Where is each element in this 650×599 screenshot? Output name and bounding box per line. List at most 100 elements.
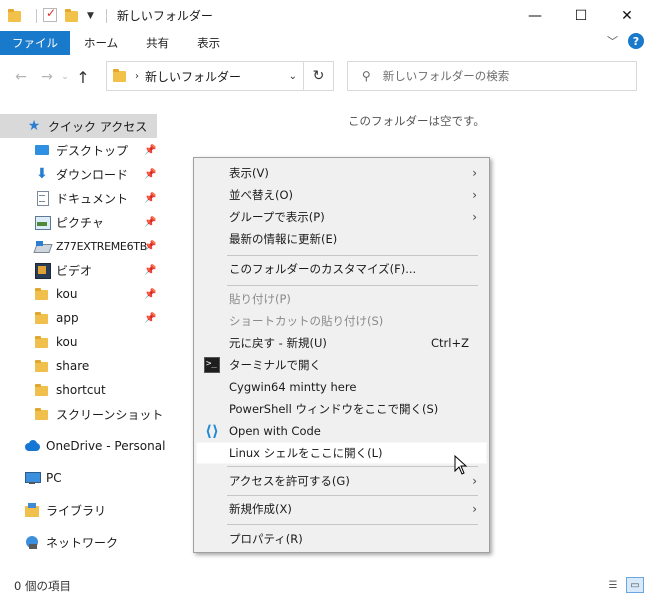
sidebar-item-label: app [56,311,79,325]
menu-item-customize-folder[interactable]: このフォルダーのカスタマイズ(F)... [196,258,487,280]
large-icons-view-icon[interactable]: ▭ [626,577,644,593]
videos-icon [34,262,51,279]
pin-icon: 📌 [144,192,157,204]
address-dropdown-chevron-icon[interactable]: ⌄ [289,71,297,82]
menu-item-shortcut: Ctrl+Z [431,336,469,350]
sidebar-item-downloads[interactable]: ⬇ ダウンロード 📌 [34,162,160,186]
menu-item-group-by[interactable]: グループで表示(P) › [196,206,487,228]
tab-home[interactable]: ホーム [70,31,132,55]
sidebar-item-quick-access[interactable]: ★ クイック アクセス [0,114,157,138]
menu-item-give-access[interactable]: アクセスを許可する(G) › [196,470,487,492]
navigation-bar: ← → ⌄ ↑ › 新しいフォルダー ⌄ ↻ ⚲ 新しいフォルダーの検索 [0,55,650,99]
menu-item-label: 最新の情報に更新(E) [229,232,338,246]
menu-item-label: ショートカットの貼り付け(S) [229,314,384,328]
menu-item-cygwin-mintty[interactable]: Cygwin64 mintty here [196,376,487,398]
sidebar-item-network[interactable]: ネットワーク [24,530,160,554]
pictures-icon [34,214,51,230]
menu-item-powershell-here[interactable]: PowerShell ウィンドウをここで開く(S) [196,398,487,420]
pin-icon: 📌 [144,168,157,180]
mouse-pointer-icon [454,455,468,475]
menu-item-view[interactable]: 表示(V) › [196,162,487,184]
sidebar-item-kou[interactable]: kou 📌 [34,282,160,306]
sidebar-item-desktop[interactable]: デスクトップ 📌 [34,138,160,162]
sidebar-item-label: PC [46,471,62,485]
pin-icon: 📌 [144,144,157,156]
menu-item-new[interactable]: 新規作成(X) › [196,498,487,520]
menu-item-undo-new[interactable]: 元に戻す - 新規(U) Ctrl+Z [196,332,487,354]
menu-divider [227,495,478,496]
menu-item-refresh[interactable]: 最新の情報に更新(E) [196,228,487,250]
search-icon: ⚲ [362,69,371,83]
network-icon [24,534,40,550]
pin-icon: 📌 [144,240,157,252]
maximize-button[interactable]: ☐ [558,0,604,31]
sidebar-item-kou-2[interactable]: kou [34,330,160,354]
sidebar-item-app[interactable]: app 📌 [34,306,160,330]
folder-icon [34,310,50,326]
menu-item-paste: 貼り付け(P) [196,288,487,310]
menu-item-label: アクセスを許可する(G) [229,474,350,488]
menu-item-label: Open with Code [229,424,321,438]
search-placeholder: 新しいフォルダーの検索 [382,69,510,83]
menu-divider [227,255,478,256]
refresh-button[interactable]: ↻ [304,61,334,91]
properties-icon[interactable] [43,6,59,24]
menu-item-label: 表示(V) [229,166,269,180]
menu-divider [227,524,478,525]
sidebar-item-label: Z77EXTREME6TB [56,239,147,253]
menu-item-linux-shell-here[interactable]: Linux シェルをここに開く(L) [196,442,487,464]
pin-icon: 📌 [144,216,157,228]
address-bar[interactable]: › 新しいフォルダー ⌄ [106,61,304,91]
recent-locations-chevron-icon[interactable]: ⌄ [58,72,72,82]
search-input[interactable]: ⚲ 新しいフォルダーの検索 [347,61,637,91]
folder-icon [34,334,50,350]
divider [105,8,107,23]
sidebar-item-onedrive[interactable]: OneDrive - Personal [24,434,165,458]
close-button[interactable]: ✕ [604,0,650,31]
menu-item-label: Cygwin64 mintty here [229,380,357,394]
minimize-button[interactable]: — [512,0,558,31]
sidebar-item-pictures[interactable]: ピクチャ 📌 [34,210,160,234]
sidebar-item-library[interactable]: ライブラリ [24,498,160,522]
menu-item-label: グループで表示(P) [229,210,325,224]
help-icon[interactable]: ? [628,33,644,49]
sidebar-item-screenshots[interactable]: スクリーンショット [34,402,163,426]
customize-toolbar-chevron-icon[interactable]: ▼ [87,11,94,21]
menu-item-label: 新規作成(X) [229,502,292,516]
sidebar-item-pc[interactable]: PC [24,466,160,490]
menu-item-label: 貼り付け(P) [229,292,291,306]
documents-icon [34,190,50,206]
sidebar-item-share[interactable]: share [34,354,160,378]
menu-item-open-with-code[interactable]: ⟨⟩ Open with Code [196,420,487,442]
sidebar-item-label: shortcut [56,383,106,397]
empty-folder-message: このフォルダーは空です。 [348,114,485,128]
menu-item-paste-shortcut: ショートカットの貼り付け(S) [196,310,487,332]
cloud-icon [24,438,40,454]
up-arrow-icon[interactable]: ↑ [72,68,94,87]
submenu-chevron-icon: › [472,188,477,202]
menu-item-sort-by[interactable]: 並べ替え(O) › [196,184,487,206]
sidebar-item-label: ビデオ [56,263,93,278]
menu-divider [227,285,478,286]
new-folder-icon[interactable] [65,8,81,24]
quick-access-toolbar: ▼ 新しいフォルダー [0,0,213,31]
sidebar-item-documents[interactable]: ドキュメント 📌 [34,186,160,210]
divider [36,8,37,23]
expand-ribbon-chevron-icon[interactable]: ﹀ [607,33,618,49]
tab-share[interactable]: 共有 [132,31,183,55]
sidebar-item-label: ドキュメント [56,191,129,206]
back-arrow-icon[interactable]: ← [10,69,32,85]
folder-icon [34,406,50,422]
breadcrumb[interactable]: 新しいフォルダー [145,68,241,85]
breadcrumb-chevron-icon[interactable]: › [135,71,139,82]
menu-item-properties[interactable]: プロパティ(R) [196,528,487,550]
details-view-icon[interactable]: ☰ [604,577,622,593]
sidebar-item-videos[interactable]: ビデオ 📌 [34,258,160,282]
forward-arrow-icon[interactable]: → [36,69,58,85]
sidebar-item-shortcut[interactable]: shortcut [34,378,160,402]
sidebar-item-z77extreme6tb[interactable]: Z77EXTREME6TB 📌 [34,234,160,258]
folder-icon [34,286,50,302]
menu-item-open-in-terminal[interactable]: >_ ターミナルで開く [196,354,487,376]
tab-file[interactable]: ファイル [0,31,70,55]
tab-view[interactable]: 表示 [183,31,234,55]
